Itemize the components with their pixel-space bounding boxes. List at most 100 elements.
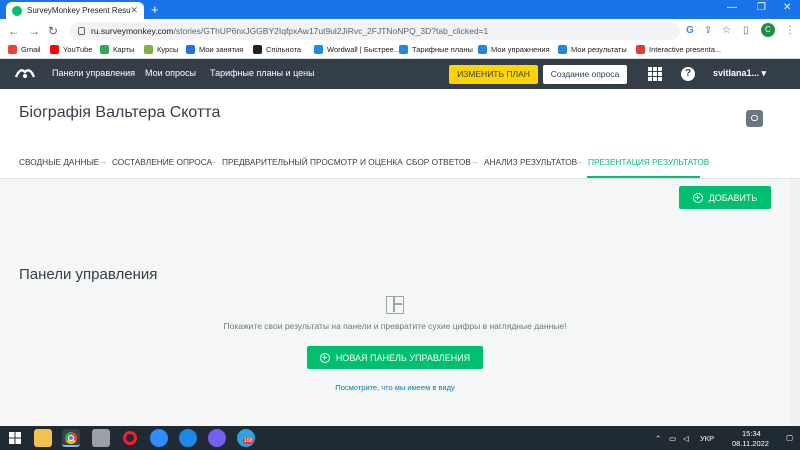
bookmark-label: Мои занятия (199, 45, 244, 54)
nav-dashboards[interactable]: Панели управления (52, 68, 135, 78)
reload-icon[interactable]: ↻ (48, 23, 58, 39)
active-step-indicator (587, 176, 700, 178)
step-analyze-results[interactable]: АНАЛИЗ РЕЗУЛЬТАТОВ (484, 157, 577, 167)
chat-icon (751, 115, 758, 121)
section-title: Панели управления (19, 266, 158, 283)
windows-start-icon[interactable] (9, 432, 21, 444)
bookmark-item[interactable]: YouTube (50, 45, 92, 54)
browser-tab[interactable]: SurveyMonkey Present Results ✕ (6, 2, 144, 19)
upgrade-button[interactable]: ИЗМЕНИТЬ ПЛАН (449, 65, 538, 84)
bookmark-favicon-icon (253, 45, 262, 54)
step-summary[interactable]: СВОДНЫЕ ДАННЫЕ (19, 157, 99, 167)
step-present-results[interactable]: ПРЕЗЕНТАЦИЯ РЕЗУЛЬТАТОВ (588, 157, 709, 167)
chevron-up-icon[interactable]: ⌃ (655, 434, 661, 443)
app-header: Панели управления Мои опросы Тарифные пл… (0, 59, 800, 89)
new-tab-button[interactable]: + (151, 2, 159, 17)
share-icon[interactable]: ⇪ (704, 23, 712, 39)
bookmark-label: Карты (113, 45, 135, 54)
address-bar[interactable]: ru.surveymonkey.com/stories/GThUP6nxJGGB… (70, 22, 680, 40)
viber-icon[interactable] (208, 429, 226, 447)
bookmark-favicon-icon (636, 45, 645, 54)
bookmark-item[interactable]: Wordwall | Быстрее... (314, 45, 400, 54)
bookmark-item[interactable]: Мои занятия (186, 45, 243, 54)
bookmark-label: Interactive presenta... (649, 45, 722, 54)
surveymonkey-favicon-icon (12, 5, 22, 16)
nav-my-surveys[interactable]: Мои опросы (145, 68, 196, 78)
step-collect-responses[interactable]: СБОР ОТВЕТОВ (406, 157, 471, 167)
minimize-icon[interactable]: — (727, 2, 737, 13)
bookmark-star-icon[interactable]: ☆ (722, 23, 731, 39)
file-explorer-icon[interactable] (34, 429, 52, 447)
chrome-icon[interactable] (62, 429, 80, 447)
bookmark-favicon-icon (50, 45, 59, 54)
new-dashboard-label: НОВАЯ ПАНЕЛЬ УПРАВЛЕНИЯ (335, 352, 471, 363)
help-icon[interactable]: ? (681, 67, 695, 81)
tab-title: SurveyMonkey Present Results (27, 6, 131, 15)
see-example-link[interactable]: Посмотрите, что мы имеем в виду (0, 383, 790, 392)
opera-icon[interactable] (121, 429, 139, 447)
bookmark-label: YouTube (63, 45, 93, 54)
language-indicator[interactable]: УКР (700, 434, 714, 443)
bookmark-label: Тарифные планы (412, 45, 473, 54)
clock-time[interactable]: 15:34 (742, 429, 761, 438)
forward-icon[interactable]: → (28, 23, 40, 39)
plus-circle-icon (319, 352, 330, 363)
bookmark-label: Wordwall | Быстрее... (327, 45, 401, 54)
survey-title: Біографія Вальтера Скотта (19, 104, 221, 121)
chat-button[interactable] (746, 110, 763, 127)
menu-dots-icon[interactable]: ⋮ (785, 23, 795, 39)
add-button[interactable]: ДОБАВИТЬ (679, 186, 771, 209)
browser-tab-strip: SurveyMonkey Present Results ✕ + — ❐ ✕ (0, 0, 800, 19)
create-survey-button[interactable]: Создание опроса (543, 65, 627, 84)
surveymonkey-logo-icon[interactable] (14, 67, 36, 79)
side-panel-icon[interactable]: ▯ (743, 23, 749, 39)
url-host: ru.surveymonkey.com (91, 26, 174, 36)
google-icon[interactable]: G (686, 23, 694, 39)
bookmark-item[interactable]: Мои упражнения (478, 45, 550, 54)
bookmark-label: Спільнота (266, 45, 302, 54)
bookmarks-bar: Gmail YouTube Карты Курсы Мои занятия Спільно… (0, 43, 800, 59)
bookmark-item[interactable]: Спільнота (253, 45, 301, 54)
step-design-survey[interactable]: СОСТАВЛЕНИЕ ОПРОСА (112, 157, 212, 167)
step-arrow-icon: → (574, 156, 583, 166)
step-arrow-icon: → (470, 156, 479, 166)
close-window-icon[interactable]: ✕ (783, 2, 791, 13)
bookmark-favicon-icon (478, 45, 487, 54)
profile-avatar[interactable]: C (761, 23, 775, 37)
bookmark-item[interactable]: Карты (100, 45, 134, 54)
network-icon[interactable]: ▭ (669, 434, 676, 443)
bookmark-label: Мои результаты (571, 45, 627, 54)
lock-icon (78, 27, 85, 35)
bookmark-favicon-icon (558, 45, 567, 54)
bookmark-item[interactable]: Курсы (144, 45, 178, 54)
clock-date[interactable]: 08.11.2022 (732, 439, 769, 448)
step-preview-score[interactable]: ПРЕДВАРИТЕЛЬНЫЙ ПРОСМОТР И ОЦЕНКА (222, 157, 403, 167)
bookmark-item[interactable]: Gmail (8, 45, 41, 54)
chevron-down-icon: ▾ (761, 68, 767, 78)
bookmark-item[interactable]: Тарифные планы (399, 45, 473, 54)
restore-icon[interactable]: ❐ (757, 2, 766, 13)
bookmark-item[interactable]: Interactive presenta... (636, 45, 721, 54)
teamviewer-icon[interactable] (179, 429, 197, 447)
scrollbar[interactable] (790, 179, 800, 426)
user-menu[interactable]: svitlana1... ▾ (713, 68, 766, 79)
bookmark-item[interactable]: Мои результаты (558, 45, 627, 54)
nav-plans-pricing[interactable]: Тарифные планы и цены (210, 68, 315, 78)
step-arrow-icon: → (98, 156, 107, 166)
empty-state-description: Покажите свои результаты на панели и пре… (223, 321, 567, 331)
new-dashboard-button[interactable]: НОВАЯ ПАНЕЛЬ УПРАВЛЕНИЯ (307, 346, 483, 369)
bookmark-favicon-icon (314, 45, 323, 54)
bookmark-label: Gmail (21, 45, 41, 54)
notifications-icon[interactable]: ▢ (786, 433, 793, 442)
telegram-icon[interactable]: 168 (237, 429, 255, 447)
apps-grid-icon[interactable] (648, 67, 662, 81)
calculator-icon[interactable] (92, 429, 110, 447)
volume-icon[interactable]: ◁ (683, 434, 689, 443)
windows-taskbar: 168 ⌃ ▭ ◁ УКР 15:34 08.11.2022 ▢ (0, 426, 800, 450)
bookmark-label: Мои упражнения (491, 45, 550, 54)
telegram-badge: 168 (243, 438, 254, 444)
back-icon[interactable]: ← (8, 23, 20, 39)
zoom-icon[interactable] (150, 429, 168, 447)
add-label: ДОБАВИТЬ (708, 192, 758, 203)
close-tab-icon[interactable]: ✕ (130, 5, 138, 16)
